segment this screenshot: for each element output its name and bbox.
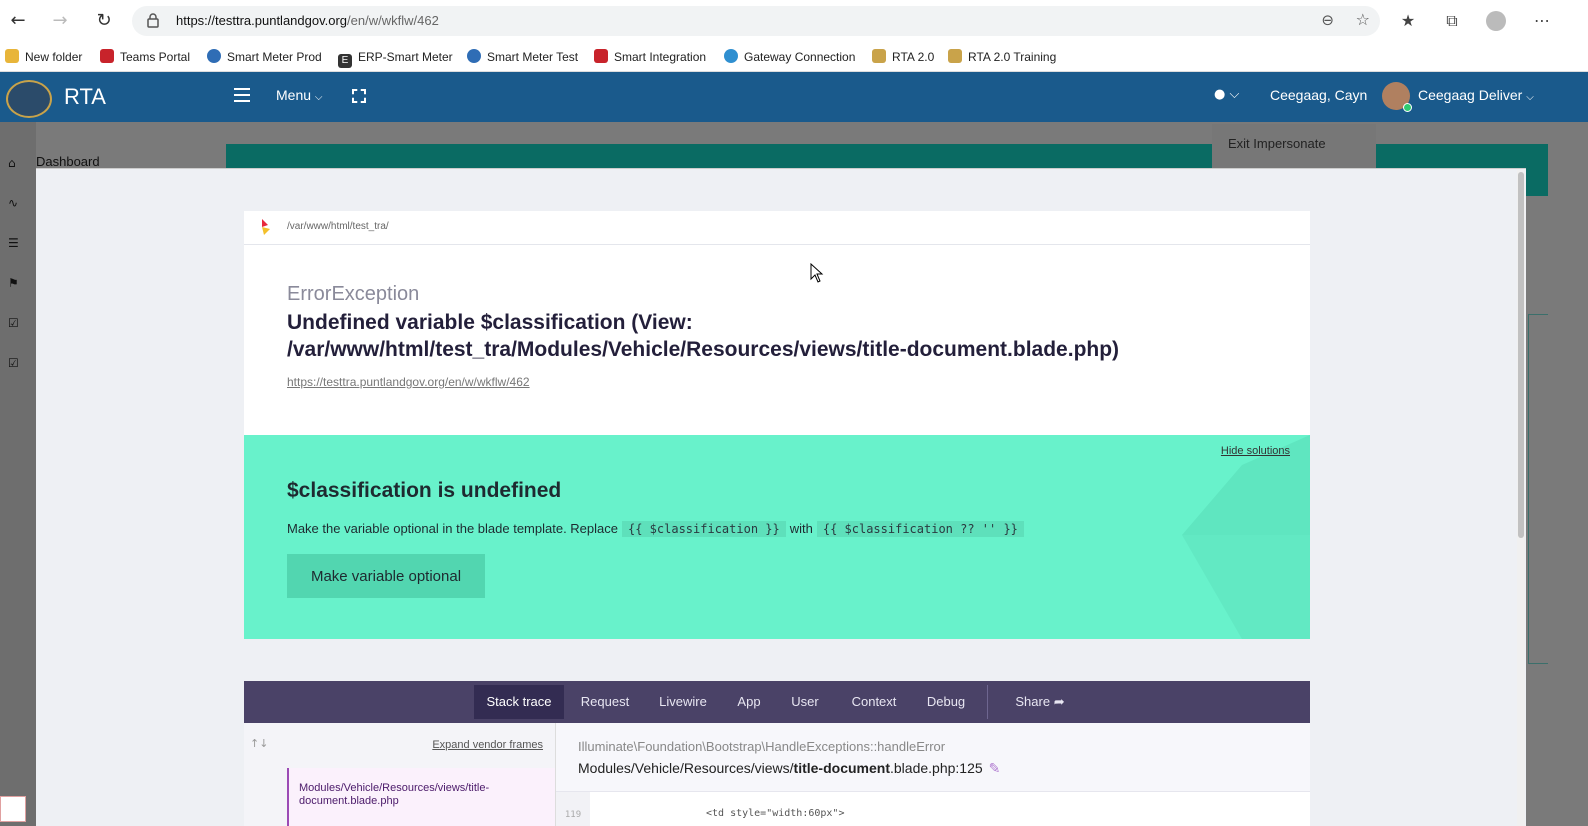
bookmark-smart-meter-test[interactable]: Smart Meter Test — [467, 46, 578, 68]
integration-icon — [594, 49, 608, 63]
tag-icon[interactable]: ⚑ — [8, 276, 24, 290]
check-icon[interactable]: ☑ — [8, 316, 24, 330]
hamburger-icon[interactable] — [234, 88, 250, 102]
stack-frame-item[interactable]: Modules/Vehicle/Resources/views/title-do… — [287, 768, 555, 826]
tab-stack-trace[interactable]: Stack trace — [474, 685, 564, 719]
error-modal: /var/www/html/test_tra/ ErrorException U… — [36, 168, 1526, 826]
online-status-dot — [1403, 103, 1412, 112]
tab-user[interactable]: User — [778, 685, 832, 719]
code-line: <td style="width:60px"> — [706, 808, 845, 819]
collections-icon[interactable]: ⧉ — [1440, 9, 1464, 33]
app-path: /var/www/html/test_tra/ — [287, 221, 389, 232]
app-name: RTA — [64, 84, 106, 109]
tab-livewire[interactable]: Livewire — [646, 685, 720, 719]
drop-icon — [207, 49, 221, 63]
teams-icon — [100, 49, 114, 63]
exit-impersonate-item[interactable]: Exit Impersonate — [1228, 136, 1326, 151]
list-icon[interactable]: ☰ — [8, 236, 24, 250]
code-from: {{ $classification }} — [622, 521, 786, 537]
tab-context[interactable]: Context — [840, 685, 908, 719]
bookmark-rta-2[interactable]: RTA 2.0 — [872, 46, 934, 68]
scrollbar-thumb[interactable] — [1518, 172, 1524, 538]
drop-icon — [467, 49, 481, 63]
lock-icon — [147, 13, 159, 28]
flare-logo-icon — [262, 219, 270, 235]
hide-solutions-link[interactable]: Hide solutions — [1221, 445, 1290, 457]
solution-title: $classification is undefined — [287, 479, 562, 502]
bookmark-new-folder[interactable]: New folder — [5, 46, 82, 68]
sidebar: ⌂ ∿ ☰ ⚑ ☑ ☑ — [0, 122, 36, 826]
exception-message: Undefined variable $classification (View… — [287, 311, 1120, 361]
solution-decoration — [1182, 435, 1310, 639]
error-summary: ErrorException Undefined variable $class… — [244, 245, 1310, 435]
solution-description: Make the variable optional in the blade … — [287, 521, 1028, 537]
expand-vendor-frames-link[interactable]: Expand vendor frames — [432, 739, 543, 751]
more-icon[interactable]: ⋯ — [1530, 9, 1554, 33]
rta-icon — [872, 49, 886, 63]
frame-class-method: Illuminate\Foundation\Bootstrap\HandleEx… — [578, 739, 946, 754]
erp-icon: E — [338, 54, 352, 68]
sort-arrows-icon[interactable]: ↑↓ — [250, 737, 268, 750]
bookmark-erp-smart-meter[interactable]: E ERP-Smart Meter — [338, 46, 453, 68]
laravel-icon — [0, 796, 26, 822]
browser-toolbar: ← → ↻ https://testtra.puntlandgov.org/en… — [0, 0, 1588, 42]
bookmark-gateway-connection[interactable]: Gateway Connection — [724, 46, 855, 68]
frame-file: Modules/Vehicle/Resources/views/title-do… — [578, 760, 1001, 776]
solution-panel: Hide solutions $classification is undefi… — [244, 435, 1310, 639]
code-snippet: 119 <td style="width:60px"> — [556, 791, 1310, 826]
bookmarks-bar: New folder Teams Portal Smart Meter Prod… — [0, 42, 1588, 72]
tab-separator — [987, 685, 988, 719]
check-icon[interactable]: ☑ — [8, 356, 24, 370]
address-url: https://testtra.puntlandgov.org/en/w/wkf… — [176, 13, 439, 28]
tab-app[interactable]: App — [726, 685, 772, 719]
tab-request[interactable]: Request — [570, 685, 640, 719]
gateway-icon — [724, 49, 738, 63]
rta-logo[interactable] — [6, 80, 52, 118]
folder-icon — [5, 49, 19, 63]
mouse-cursor-icon — [810, 263, 824, 283]
favorites-icon[interactable]: ★ — [1396, 9, 1420, 33]
user-dropdown: Exit Impersonate — [1212, 124, 1376, 168]
bookmark-rta-2-training[interactable]: RTA 2.0 Training — [948, 46, 1056, 68]
bookmark-teams-portal[interactable]: Teams Portal — [100, 46, 190, 68]
menu-dropdown[interactable]: Menu ⌵ — [276, 87, 323, 103]
user-menu[interactable]: Ceegaag Deliver ⌵ — [1418, 87, 1534, 103]
user-short-name[interactable]: Ceegaag, Cayn — [1270, 87, 1367, 103]
chevron-down-icon: ⌵ — [1526, 92, 1534, 103]
profile-icon[interactable] — [1484, 9, 1508, 33]
rta-icon — [948, 49, 962, 63]
avatar[interactable] — [1382, 82, 1412, 112]
tab-share[interactable]: Share ➦ — [1000, 685, 1080, 719]
address-bar[interactable]: https://testtra.puntlandgov.org/en/w/wkf… — [132, 6, 1380, 36]
bookmark-smart-meter-prod[interactable]: Smart Meter Prod — [207, 46, 322, 68]
code-to: {{ $classification ?? '' }} — [816, 521, 1024, 537]
user-icon[interactable]: ● ⌵ — [1214, 87, 1239, 102]
forward-icon[interactable]: → — [48, 9, 72, 33]
chevron-down-icon: ⌵ — [314, 92, 323, 103]
share-icon: ➦ — [1053, 694, 1065, 709]
edit-pencil-icon[interactable]: ✎ — [989, 760, 1001, 776]
favorite-icon[interactable]: ☆ — [1356, 10, 1370, 29]
fullscreen-icon[interactable] — [352, 89, 366, 103]
sidebar-item-dashboard[interactable]: Dashboard — [36, 154, 100, 169]
error-tabs: Stack trace Request Livewire App User Co… — [244, 681, 1310, 723]
stack-frames: ↑↓ Expand vendor frames Modules/Vehicle/… — [244, 723, 556, 826]
exception-type: ErrorException — [287, 283, 420, 305]
app-header: RTA Menu ⌵ ● ⌵ Ceegaag, Cayn Ceegaag Del… — [0, 72, 1588, 122]
reload-icon[interactable]: ↻ — [92, 9, 116, 33]
modal-scrollbar[interactable] — [1517, 170, 1525, 826]
bookmark-smart-integration[interactable]: Smart Integration — [594, 46, 706, 68]
page-card-edge — [1528, 314, 1548, 664]
line-number: 119 — [556, 792, 590, 826]
back-icon[interactable]: ← — [6, 9, 30, 33]
chart-icon[interactable]: ∿ — [8, 196, 24, 210]
request-url-link[interactable]: https://testtra.puntlandgov.org/en/w/wkf… — [287, 375, 530, 389]
tab-debug[interactable]: Debug — [916, 685, 976, 719]
zoom-icon[interactable]: ⊖ — [1321, 11, 1334, 29]
make-variable-optional-button[interactable]: Make variable optional — [287, 554, 485, 598]
code-panel: Illuminate\Foundation\Bootstrap\HandleEx… — [556, 723, 1310, 826]
home-icon[interactable]: ⌂ — [8, 156, 24, 170]
error-header: /var/www/html/test_tra/ — [244, 211, 1310, 245]
